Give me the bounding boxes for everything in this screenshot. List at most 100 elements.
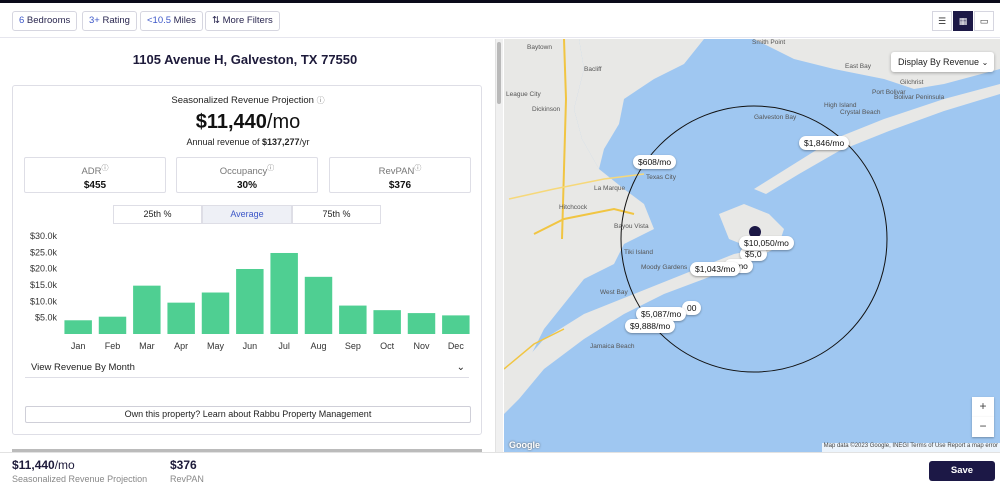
projection-title-text: Seasonalized Revenue Projection — [171, 95, 314, 106]
projection-amount: $11,440/mo — [13, 111, 483, 134]
x-tick-label: May — [207, 341, 225, 351]
place-label: Galveston Bay — [754, 114, 797, 121]
x-tick-label: Jul — [278, 341, 290, 351]
x-tick-label: Apr — [174, 341, 188, 351]
more-filters-label: More Filters — [222, 15, 273, 26]
distance-filter[interactable]: <10.5 Miles — [140, 11, 203, 31]
y-tick-label: $5.0k — [35, 313, 58, 323]
footer-projection: $11,440/mo — [12, 458, 75, 472]
revenue-bar-feb[interactable] — [98, 316, 127, 334]
price-tag[interactable]: $1,846/mo — [799, 136, 850, 150]
rating-label: Rating — [99, 15, 130, 26]
revenue-bar-nov[interactable] — [407, 313, 436, 334]
info-icon[interactable]: ⓘ — [317, 96, 325, 105]
revenue-bar-sep[interactable] — [339, 305, 367, 334]
adr-label: ADR — [81, 166, 102, 178]
save-button[interactable]: Save — [929, 461, 995, 481]
zoom-in-button[interactable]: + — [972, 397, 994, 417]
place-label: Bacliff — [584, 66, 602, 73]
distance-label: Miles — [171, 15, 196, 26]
filter-bar: 6 Bedrooms 3+ Rating <10.5 Miles ⇅ More … — [0, 3, 1000, 38]
place-label: High Island — [824, 102, 857, 109]
info-icon[interactable]: ⓘ — [414, 165, 421, 172]
map-view[interactable]: Smith Point East Bay Baytown Bacliff Dic… — [504, 39, 1000, 452]
map-icon: ▭ — [979, 16, 989, 26]
revenue-bar-jun[interactable] — [236, 268, 264, 334]
revenue-bar-may[interactable] — [201, 292, 230, 334]
revenue-bar-jan[interactable] — [64, 320, 92, 334]
tab-average[interactable]: Average — [202, 205, 292, 224]
adr-value: $455 — [83, 180, 107, 192]
price-tag[interactable]: $608/mo — [633, 155, 677, 169]
place-label: Bayou Vista — [614, 223, 649, 230]
place-label: Crystal Beach — [840, 109, 881, 116]
y-tick-label: $10.0k — [30, 296, 58, 306]
list-icon: ☰ — [937, 16, 947, 26]
chevron-down-icon: ⌄ — [456, 362, 465, 373]
info-icon[interactable]: ⓘ — [102, 165, 109, 172]
property-panel: 1105 Avenue H, Galveston, TX 77550 Seaso… — [0, 39, 497, 452]
revenue-bar-oct[interactable] — [373, 310, 401, 334]
y-tick-label: $25.0k — [30, 247, 58, 257]
revenue-bar-dec[interactable] — [442, 315, 470, 334]
revenue-bar-apr[interactable] — [167, 302, 195, 334]
scrollbar-thumb[interactable] — [497, 42, 501, 104]
occupancy-stat: Occupancyⓘ 30% — [176, 157, 318, 193]
x-tick-label: Feb — [105, 341, 121, 351]
x-tick-label: Mar — [139, 341, 155, 351]
price-tag[interactable]: $1,043/mo — [690, 262, 741, 276]
place-label: Gilchrist — [900, 79, 924, 86]
chevron-down-icon: ⌄ — [981, 58, 989, 67]
place-label: Hitchcock — [559, 204, 588, 211]
revpan-label: RevPAN — [378, 166, 415, 178]
place-label: League City — [506, 91, 541, 98]
map-view-button[interactable]: ▭ — [974, 11, 994, 31]
x-tick-label: Aug — [310, 341, 326, 351]
revenue-bar-aug[interactable] — [304, 276, 333, 334]
info-icon[interactable]: ⓘ — [267, 165, 274, 172]
bedrooms-filter[interactable]: 6 Bedrooms — [12, 11, 78, 31]
list-view-button[interactable]: ☰ — [932, 11, 952, 31]
split-view-button[interactable]: ▦ — [953, 11, 973, 31]
view-revenue-by-month-toggle[interactable]: View Revenue By Month ⌄ — [25, 359, 469, 378]
place-label: Moody Gardens — [641, 264, 688, 271]
annual-revenue: Annual revenue of $137,277/yr — [13, 137, 483, 147]
tab-25th-percentile[interactable]: 25th % — [113, 205, 202, 224]
revenue-card: Seasonalized Revenue Projection ⓘ $11,44… — [12, 85, 482, 435]
place-label: Smith Point — [752, 39, 786, 46]
occupancy-value: 30% — [236, 180, 257, 192]
y-tick-label: $20.0k — [30, 264, 58, 274]
rating-filter[interactable]: 3+ Rating — [82, 11, 137, 31]
price-tag[interactable]: $9,888/mo — [625, 319, 676, 333]
distance-value: <10.5 — [147, 15, 172, 26]
grid-icon: ▦ — [958, 16, 968, 26]
display-by-dropdown[interactable]: Display By Revenue ⌄ — [891, 52, 994, 72]
revenue-bar-mar[interactable] — [133, 285, 161, 334]
price-tag[interactable]: $10,050/mo — [739, 236, 794, 250]
projection-unit: /mo — [266, 111, 301, 133]
footer-revpan-label: RevPAN — [170, 474, 204, 484]
more-filters-button[interactable]: ⇅ More Filters — [205, 11, 280, 31]
zoom-out-button[interactable]: − — [972, 417, 994, 437]
revpan-value: $376 — [388, 180, 412, 192]
occupancy-label: Occupancy — [219, 166, 268, 178]
footer-projection-label: Seasonalized Revenue Projection — [12, 474, 148, 484]
annual-value: $137,277 — [262, 137, 300, 147]
property-address: 1105 Avenue H, Galveston, TX 77550 — [132, 52, 358, 67]
tab-75th-percentile[interactable]: 75th % — [292, 205, 381, 224]
place-label: Jamaica Beach — [590, 343, 635, 350]
footer-revpan-value: $376 — [170, 458, 197, 472]
sliders-icon: ⇅ — [212, 15, 220, 26]
revenue-bar-jul[interactable] — [270, 252, 298, 334]
y-tick-label: $15.0k — [30, 280, 58, 290]
place-label: Dickinson — [532, 106, 561, 113]
x-tick-label: Dec — [448, 341, 465, 351]
x-tick-label: Oct — [380, 341, 395, 351]
footer-projection-unit: /mo — [54, 458, 75, 472]
display-by-label: Display By Revenue — [898, 57, 980, 67]
map-attribution[interactable]: Map data ©2023 Google, INEGI Terms of Us… — [821, 443, 1000, 452]
revpan-stat: RevPANⓘ $376 — [329, 157, 471, 193]
adr-stat: ADRⓘ $455 — [24, 157, 166, 193]
place-label: Tiki Island — [624, 249, 654, 256]
property-management-button[interactable]: Own this property? Learn about Rabbu Pro… — [25, 406, 471, 423]
